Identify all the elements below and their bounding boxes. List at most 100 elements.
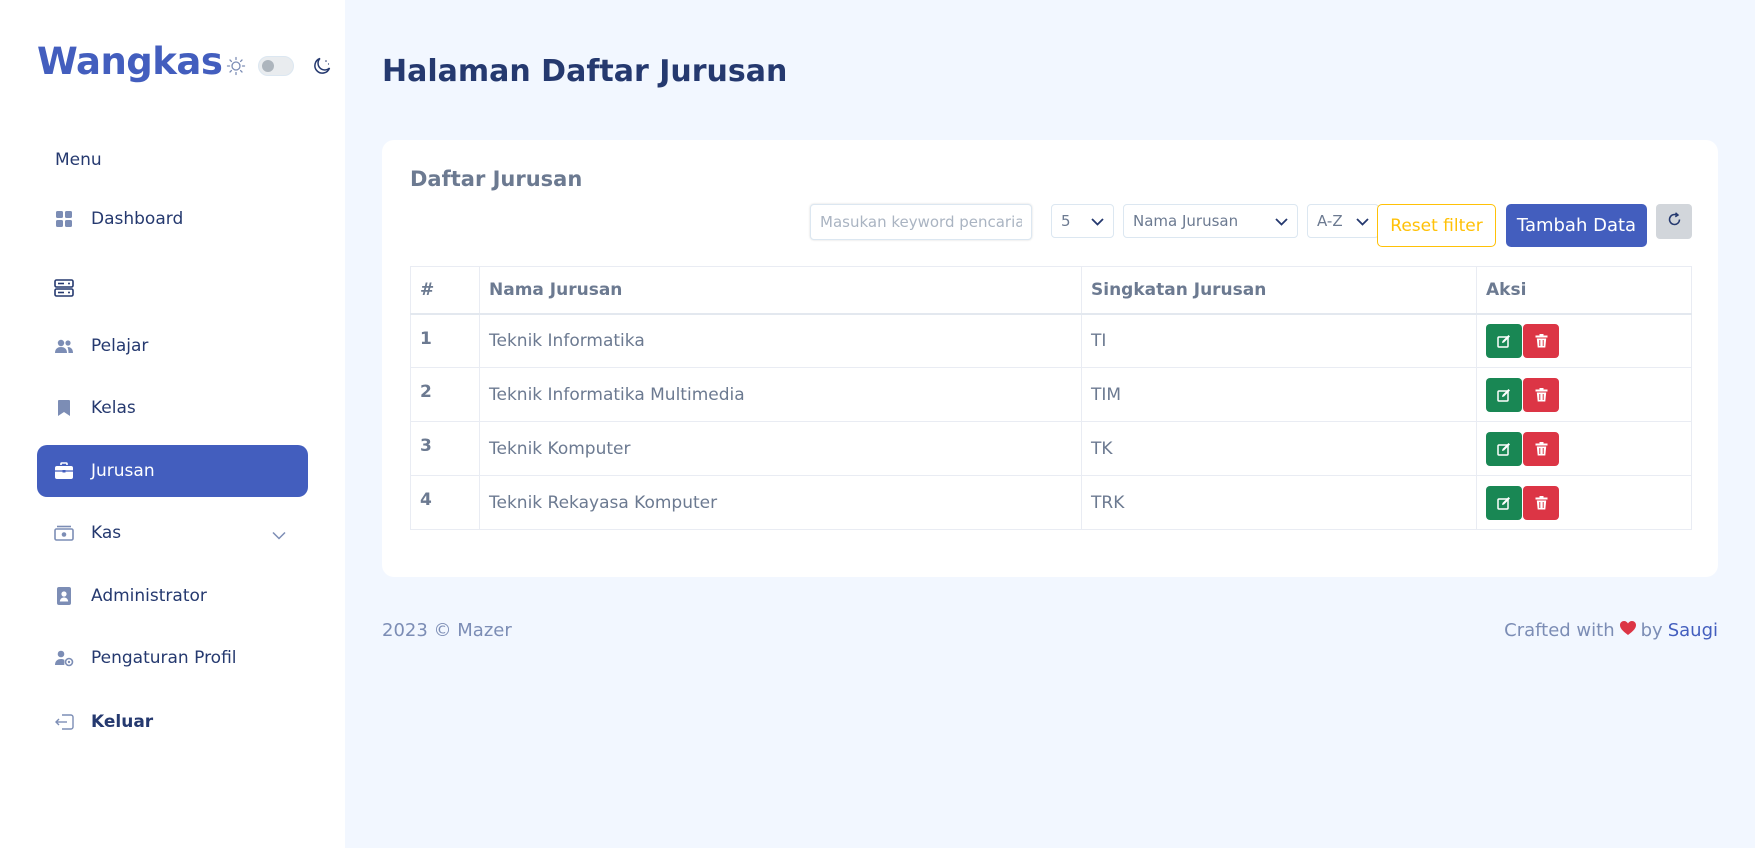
row-actions (1476, 367, 1692, 422)
sidebar: Wangkas Menu Dashboard Pelajar Kelas Jur… (0, 0, 345, 848)
table-row: 3 Teknik Komputer TK (410, 421, 1692, 476)
row-nama: Teknik Informatika (479, 313, 1082, 368)
sidebar-item-label: Dashboard (91, 209, 184, 229)
footer-credits: Crafted with by Saugi (1504, 620, 1718, 641)
moon-icon (312, 56, 332, 76)
edit-icon (1497, 334, 1510, 348)
edit-button[interactable] (1486, 485, 1522, 520)
table-row: 1 Teknik Informatika TI (410, 313, 1692, 368)
sun-icon (226, 56, 246, 76)
edit-button[interactable] (1486, 431, 1522, 466)
delete-button[interactable] (1523, 485, 1559, 520)
refresh-button[interactable] (1656, 204, 1692, 239)
row-actions (1476, 475, 1692, 530)
edit-icon (1497, 496, 1510, 510)
footer-crafted-text: Crafted with (1504, 620, 1615, 641)
chevron-down-icon (1091, 212, 1104, 230)
sidebar-item-label: Administrator (91, 586, 207, 606)
delete-button[interactable] (1523, 323, 1559, 358)
row-nama: Teknik Komputer (479, 421, 1082, 476)
row-number: 1 (410, 313, 480, 368)
person-gear-icon (54, 648, 74, 668)
sidebar-item-label: Jurusan (91, 461, 155, 481)
sidebar-item-administrator[interactable]: Administrator (37, 570, 308, 622)
server-icon (54, 278, 74, 298)
table-header-row: # Nama Jurusan Singkatan Jurusan Aksi (410, 266, 1692, 315)
delete-button[interactable] (1523, 377, 1559, 412)
sidebar-item-dashboard[interactable]: Dashboard (37, 193, 308, 245)
badge-icon (54, 586, 74, 606)
bookmark-icon (54, 398, 74, 418)
search-input[interactable] (810, 204, 1032, 240)
row-singkatan: TRK (1081, 475, 1477, 530)
chevron-down-icon (1275, 212, 1288, 230)
per-page-select[interactable]: 5 (1051, 204, 1114, 238)
table-row: 4 Teknik Rekayasa Komputer TRK (410, 475, 1692, 530)
per-page-value: 5 (1061, 212, 1071, 230)
chevron-down-icon (1356, 212, 1369, 230)
footer-copyright: 2023 © Mazer (382, 620, 512, 641)
column-header-number[interactable]: # (410, 266, 480, 315)
row-singkatan: TI (1081, 313, 1477, 368)
trash-icon (1535, 387, 1547, 401)
author-link[interactable]: Saugi (1668, 620, 1718, 641)
sidebar-item-label: Pelajar (91, 336, 149, 356)
row-singkatan: TIM (1081, 367, 1477, 422)
logout-icon (54, 712, 74, 732)
app-logo[interactable]: Wangkas (37, 40, 223, 83)
delete-button[interactable] (1523, 431, 1559, 466)
trash-icon (1535, 333, 1547, 348)
sidebar-item-label: Keluar (91, 712, 154, 732)
menu-title: Menu (55, 150, 102, 170)
chevron-down-icon (272, 525, 286, 545)
row-number: 4 (410, 475, 480, 530)
row-nama: Teknik Rekayasa Komputer (479, 475, 1082, 530)
column-header-aksi: Aksi (1476, 266, 1692, 315)
trash-icon (1535, 495, 1547, 509)
row-number: 2 (410, 367, 480, 422)
sort-order-select[interactable]: A-Z (1307, 204, 1379, 238)
table-row: 2 Teknik Informatika Multimedia TIM (410, 367, 1692, 422)
column-header-nama[interactable]: Nama Jurusan (479, 266, 1082, 315)
sidebar-item-label: Pengaturan Profil (91, 648, 237, 668)
jurusan-table: # Nama Jurusan Singkatan Jurusan Aksi 1 … (410, 266, 1692, 530)
sidebar-item-label: Kas (91, 523, 122, 543)
jurusan-card: Daftar Jurusan 5 Nama Jurusan A-Z (382, 140, 1718, 577)
cash-icon (54, 523, 74, 543)
sort-field-value: Nama Jurusan (1133, 212, 1239, 230)
page-title: Halaman Daftar Jurusan (382, 54, 788, 89)
edit-icon (1497, 388, 1510, 402)
column-header-singkatan[interactable]: Singkatan Jurusan (1081, 266, 1477, 315)
edit-icon (1497, 442, 1510, 456)
filter-bar: 5 Nama Jurusan A-Z Reset filter Tambah D… (382, 204, 1718, 248)
refresh-icon (1667, 212, 1682, 231)
sidebar-item-server[interactable] (37, 262, 308, 314)
row-singkatan: TK (1081, 421, 1477, 476)
trash-icon (1535, 441, 1547, 455)
row-nama: Teknik Informatika Multimedia (479, 367, 1082, 422)
sidebar-item-pengaturan-profil[interactable]: Pengaturan Profil (37, 632, 308, 684)
briefcase-icon (54, 461, 74, 481)
row-actions (1476, 421, 1692, 476)
people-icon (54, 336, 74, 356)
sidebar-item-kelas[interactable]: Kelas (37, 382, 308, 434)
sidebar-item-pelajar[interactable]: Pelajar (37, 320, 308, 372)
heart-icon (1619, 620, 1637, 641)
sidebar-item-jurusan[interactable]: Jurusan (37, 445, 308, 497)
sidebar-item-kas[interactable]: Kas (37, 507, 308, 559)
reset-filter-button[interactable]: Reset filter (1377, 204, 1496, 247)
sort-order-value: A-Z (1317, 212, 1343, 230)
logo-row: Wangkas (37, 40, 332, 83)
theme-toggle[interactable] (258, 55, 295, 76)
sort-field-select[interactable]: Nama Jurusan (1123, 204, 1298, 238)
add-data-button[interactable]: Tambah Data (1506, 204, 1647, 247)
row-number: 3 (410, 421, 480, 476)
edit-button[interactable] (1486, 377, 1522, 412)
card-title: Daftar Jurusan (410, 167, 583, 191)
sidebar-item-keluar[interactable]: Keluar (37, 696, 308, 748)
row-actions (1476, 313, 1692, 368)
footer-by-text: by (1640, 620, 1663, 641)
edit-button[interactable] (1486, 323, 1522, 358)
grid-icon (54, 209, 74, 229)
sidebar-item-label: Kelas (91, 398, 136, 418)
